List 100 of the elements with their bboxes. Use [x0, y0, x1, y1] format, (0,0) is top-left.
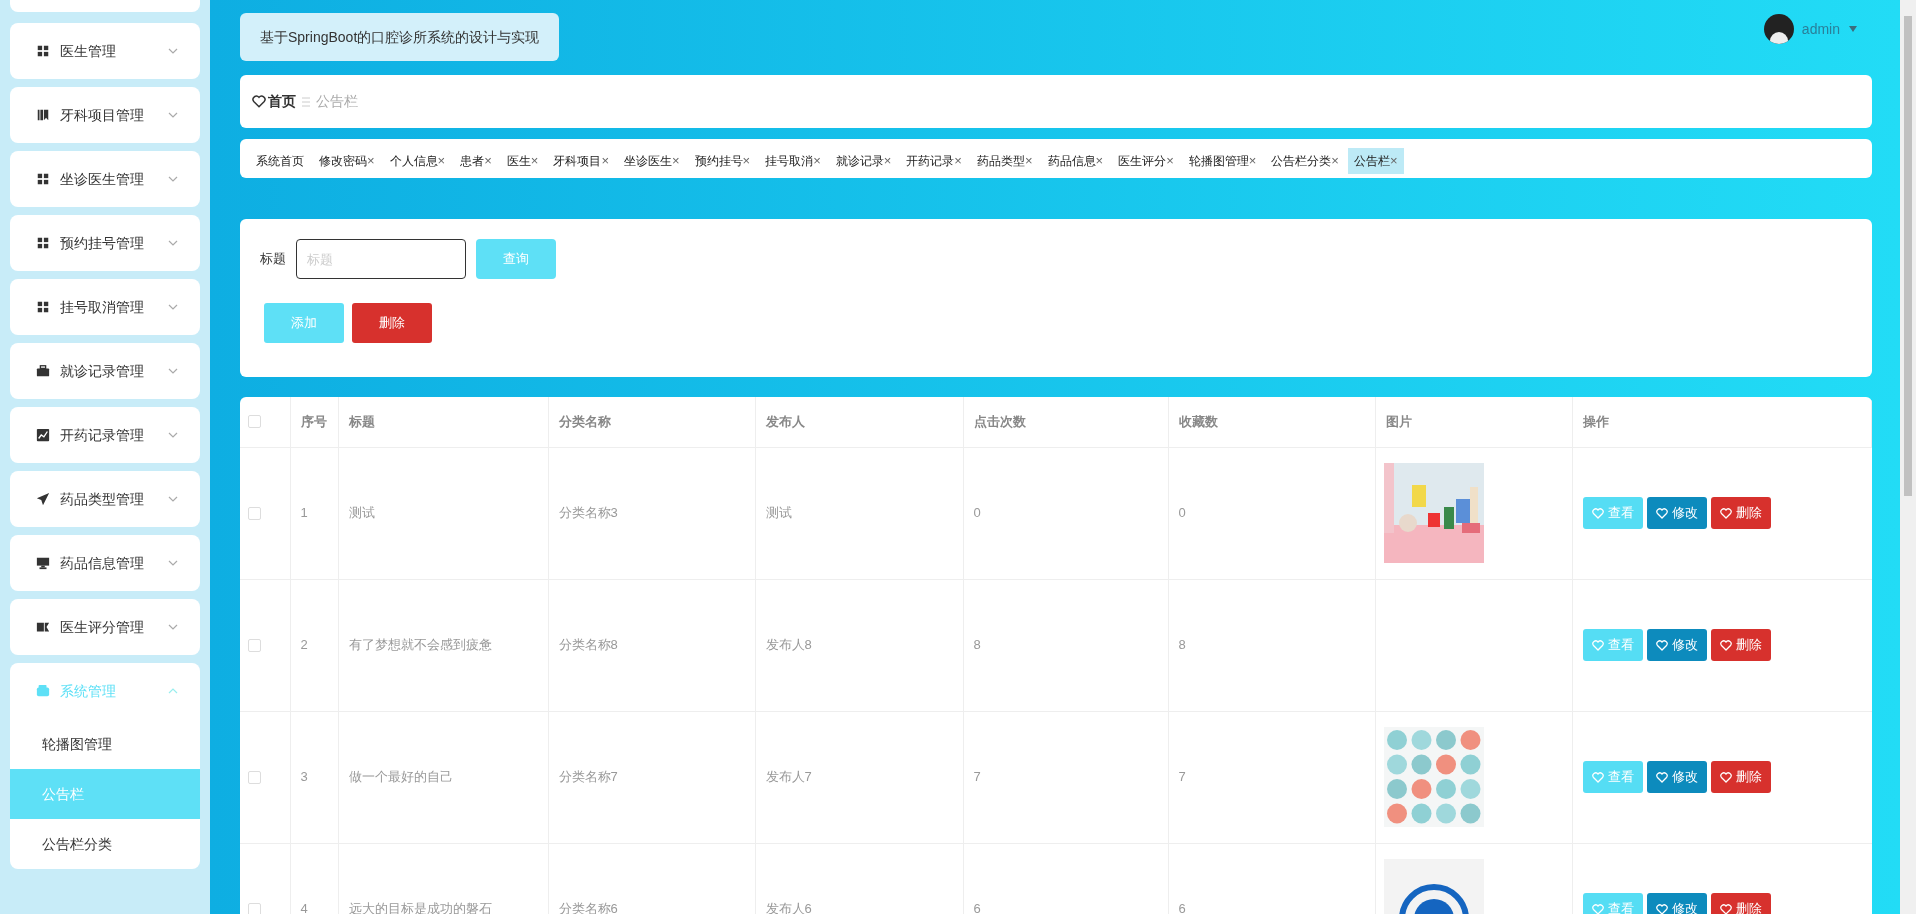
edit-button[interactable]: 修改 [1646, 497, 1707, 529]
checkbox[interactable] [248, 506, 261, 520]
tab[interactable]: 患者× [454, 148, 498, 174]
column-header: 序号 [300, 414, 327, 429]
close-icon[interactable]: × [813, 151, 821, 171]
delete-button[interactable]: 删除 [352, 303, 432, 343]
tab[interactable]: 公告栏× [1347, 148, 1404, 174]
breadcrumb-link[interactable]: 首页 [268, 91, 296, 112]
delete-button[interactable]: 删除 [1710, 761, 1771, 793]
column-header: 图片 [1385, 414, 1412, 429]
checkbox[interactable] [248, 902, 261, 914]
close-icon[interactable]: × [437, 151, 446, 171]
grid-icon [36, 44, 50, 58]
checkbox[interactable] [248, 770, 261, 784]
table-cell: 分类名称3 [558, 505, 618, 521]
submenu-item[interactable]: 轮播图管理 [10, 719, 200, 769]
table-cell: 分类名称7 [558, 769, 618, 785]
close-icon[interactable]: × [742, 151, 751, 171]
column-header: 发布人 [765, 414, 805, 429]
tab[interactable]: 医生评分× [1112, 148, 1180, 174]
tab[interactable]: 药品类型× [970, 148, 1039, 174]
menu-item[interactable]: 预约挂号管理 [10, 215, 200, 271]
heart-icon [1591, 771, 1604, 783]
tab[interactable]: 就诊记录× [829, 148, 898, 174]
menu-item[interactable]: 挂号取消管理 [10, 279, 200, 335]
avatar[interactable] [1763, 14, 1794, 44]
menu-item[interactable]: 牙科项目管理 [10, 87, 200, 143]
menu-item[interactable]: 开药记录管理 [10, 407, 200, 463]
table-cell: 2 [300, 637, 308, 653]
caret-icon[interactable] [1848, 25, 1858, 33]
close-icon[interactable]: × [1248, 151, 1257, 171]
menu-item[interactable]: 医生管理 [10, 23, 200, 79]
column-header: 标题 [348, 414, 375, 429]
tab[interactable]: 牙科项目× [547, 148, 615, 174]
edit-button[interactable]: 修改 [1646, 761, 1707, 793]
tab[interactable]: 坐诊医生× [617, 148, 686, 174]
table-cell: 3 [300, 769, 308, 785]
close-icon[interactable]: × [1024, 151, 1033, 171]
table-cell: 发布人8 [765, 637, 812, 653]
menu-item[interactable]: 医生评分管理 [10, 599, 200, 655]
table-cell: 6 [1178, 901, 1186, 914]
heart-icon [1655, 903, 1668, 914]
close-icon[interactable]: × [484, 151, 492, 171]
tab[interactable]: 轮播图管理× [1182, 148, 1263, 174]
tab[interactable]: 药品信息× [1041, 148, 1110, 174]
heart-icon [1719, 771, 1732, 783]
close-icon[interactable]: × [883, 151, 892, 171]
submenu-item[interactable]: 公告栏分类 [10, 819, 200, 869]
delete-button[interactable]: 删除 [1710, 497, 1771, 529]
briefcase-icon [36, 364, 50, 378]
heart-icon [1655, 507, 1668, 519]
heart-icon [1719, 903, 1732, 914]
close-icon[interactable]: × [530, 151, 539, 171]
breadcrumb-current: 公告栏 [316, 92, 358, 111]
tab[interactable]: 医生× [500, 148, 545, 174]
close-icon[interactable]: × [367, 151, 375, 171]
close-icon[interactable]: × [954, 151, 962, 171]
system-title: 基于SpringBoot的口腔诊所系统的设计与实现 [240, 13, 560, 61]
close-icon[interactable]: × [671, 151, 680, 171]
menu-item[interactable]: 坐诊医生管理 [10, 151, 200, 207]
close-icon[interactable]: × [1166, 151, 1174, 171]
menu-item[interactable]: 就诊记录管理 [10, 343, 200, 399]
close-icon[interactable]: × [1389, 151, 1398, 171]
delete-button[interactable]: 删除 [1710, 629, 1771, 661]
menu-item[interactable]: 药品信息管理 [10, 535, 200, 591]
tab[interactable]: 公告栏分类× [1265, 148, 1345, 174]
close-icon[interactable]: × [601, 151, 609, 171]
table-cell: 6 [973, 901, 981, 914]
heart-icon [252, 95, 266, 108]
tab[interactable]: 系统首页 [250, 148, 310, 174]
column-header: 收藏数 [1178, 414, 1218, 429]
chart-icon [36, 428, 50, 442]
field-label: 标题 [260, 250, 286, 269]
table-cell: 0 [973, 505, 981, 521]
books-icon [36, 108, 50, 122]
close-icon[interactable]: × [1331, 151, 1339, 171]
table-cell: 发布人7 [765, 769, 812, 785]
table-cell: 测试 [348, 505, 375, 521]
tab[interactable]: 修改密码× [313, 148, 381, 174]
column-header: 分类名称 [558, 414, 611, 429]
separator-icon [302, 96, 310, 107]
scroll-thumb[interactable] [1904, 16, 1912, 496]
tab[interactable]: 预约挂号× [688, 148, 757, 174]
checkbox[interactable] [248, 638, 261, 652]
close-icon[interactable]: × [1095, 151, 1104, 171]
heart-icon [1655, 639, 1668, 651]
scrollbar[interactable] [1900, 0, 1916, 914]
menu-item[interactable]: 药品类型管理 [10, 471, 200, 527]
table-cell: 1 [300, 505, 308, 521]
tab[interactable]: 挂号取消× [759, 148, 827, 174]
edit-button[interactable]: 修改 [1646, 629, 1707, 661]
table-cell: 8 [1178, 637, 1186, 653]
tab[interactable]: 开药记录× [900, 148, 968, 174]
table-cell: 有了梦想就不会感到疲惫 [348, 637, 492, 653]
table-cell: 7 [1178, 769, 1186, 785]
column-header: 点击次数 [973, 414, 1026, 429]
table-cell: 分类名称8 [558, 637, 618, 653]
tab[interactable]: 个人信息× [383, 148, 452, 174]
table-cell: 4 [300, 901, 308, 914]
checkbox[interactable] [248, 415, 261, 429]
